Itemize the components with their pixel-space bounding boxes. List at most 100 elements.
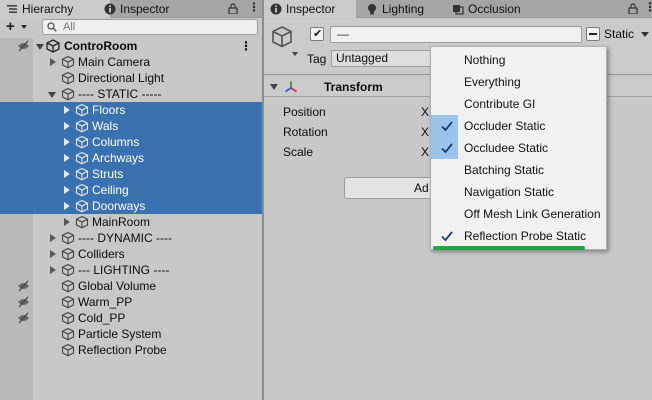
component-title: Transform	[324, 80, 383, 94]
list-item[interactable]: Cold_PP	[0, 310, 262, 326]
list-item-selected[interactable]: Struts	[0, 166, 262, 182]
checkmark-icon	[441, 231, 453, 242]
fold-arrow-icon[interactable]	[64, 170, 70, 178]
fold-arrow-icon[interactable]	[64, 138, 70, 146]
object-name-field[interactable]: —	[330, 26, 582, 43]
gameobject-cube-icon	[272, 26, 292, 48]
list-item[interactable]: --- LIGHTING ----	[0, 262, 262, 278]
menu-item-nothing[interactable]: Nothing	[431, 49, 606, 71]
list-item[interactable]: Reflection Probe	[0, 342, 262, 358]
lock-icon[interactable]	[228, 3, 238, 14]
search-icon	[47, 22, 57, 32]
tag-dropdown[interactable]: Untagged	[331, 50, 441, 67]
list-item[interactable]: ---- STATIC -----	[0, 86, 262, 102]
tab-lighting-label: Lighting	[382, 2, 425, 16]
menu-item-navigation-static[interactable]: Navigation Static	[431, 181, 606, 203]
inspector-tabbar: Inspector Lighting Occlusion ⋮	[264, 0, 652, 18]
scale-x-label[interactable]: X	[421, 145, 429, 159]
lock-icon[interactable]	[628, 3, 638, 14]
static-dropdown-arrow-icon[interactable]	[641, 32, 649, 37]
fold-arrow-icon[interactable]	[36, 44, 44, 50]
menu-item-label: Reflection Probe Static	[464, 229, 587, 243]
list-item[interactable]: Warm_PP	[0, 294, 262, 310]
gameobject-cube-icon	[61, 87, 75, 101]
list-item[interactable]: Global Volume	[0, 278, 262, 294]
transform-axes-icon	[285, 81, 297, 93]
list-item[interactable]: MainRoom	[0, 214, 262, 230]
item-label: Floors	[92, 103, 126, 117]
scene-menu-icon[interactable]: ⋮	[240, 38, 252, 54]
menu-item-batching-static[interactable]: Batching Static	[431, 159, 606, 181]
fold-arrow-icon[interactable]	[64, 106, 70, 114]
position-x-label[interactable]: X	[421, 105, 429, 119]
rotation-label: Rotation	[283, 125, 328, 139]
item-label: Main Camera	[78, 55, 151, 69]
hidden-eye-icon[interactable]	[17, 296, 30, 308]
hidden-eye-icon[interactable]	[17, 312, 30, 324]
fold-arrow-icon[interactable]	[64, 154, 70, 162]
create-button[interactable]: +	[6, 18, 32, 36]
list-item-selected[interactable]: Floors	[0, 102, 262, 118]
list-item[interactable]: Colliders	[0, 246, 262, 262]
fold-arrow-icon[interactable]	[270, 84, 278, 90]
list-item-selected[interactable]: Ceiling	[0, 182, 262, 198]
list-item-selected[interactable]: Archways	[0, 150, 262, 166]
list-item-selected[interactable]: Wals	[0, 118, 262, 134]
add-component-label: Ad	[414, 181, 429, 195]
tab-lighting[interactable]: Lighting	[360, 0, 446, 18]
menu-item-reflection-probe-static[interactable]: Reflection Probe Static	[431, 225, 606, 247]
active-checkbox[interactable]: ✔	[310, 27, 324, 41]
gameobject-cube-icon	[61, 55, 75, 69]
list-item[interactable]: Particle System	[0, 326, 262, 342]
item-label: Reflection Probe	[78, 343, 167, 357]
menu-item-occludee-static[interactable]: Occludee Static	[431, 137, 606, 159]
menu-item-off-mesh-link-generation[interactable]: Off Mesh Link Generation	[431, 203, 606, 225]
menu-item-contribute-gi[interactable]: Contribute GI	[431, 93, 606, 115]
gameobject-cube-icon	[61, 71, 75, 85]
gameobject-cube-icon	[75, 135, 89, 149]
fold-arrow-icon[interactable]	[48, 92, 56, 98]
gameobject-cube-icon	[61, 295, 75, 309]
tab-inspector-left-label: Inspector	[120, 2, 170, 16]
gameobject-cube-icon	[75, 119, 89, 133]
tab-inspector[interactable]: Inspector	[264, 0, 356, 18]
fold-arrow-icon[interactable]	[50, 250, 56, 258]
menu-item-occluder-static[interactable]: Occluder Static	[431, 115, 606, 137]
object-name-value: —	[337, 27, 349, 41]
tab-occlusion[interactable]: Occlusion	[446, 0, 546, 18]
object-icon-button[interactable]	[270, 25, 298, 56]
fold-arrow-icon[interactable]	[64, 202, 70, 210]
item-label: Wals	[92, 119, 119, 133]
fold-arrow-icon[interactable]	[64, 186, 70, 194]
fold-arrow-icon[interactable]	[50, 266, 56, 274]
item-label: ---- STATIC -----	[78, 87, 162, 101]
menu-item-everything[interactable]: Everything	[431, 71, 606, 93]
list-item[interactable]: ---- DYNAMIC ----	[0, 230, 262, 246]
scene-row[interactable]: ControRoom ⋮	[0, 38, 262, 54]
list-item[interactable]: Directional Light	[0, 70, 262, 86]
hidden-eye-icon[interactable]	[17, 280, 30, 292]
list-item-selected[interactable]: Doorways	[0, 198, 262, 214]
list-item-selected[interactable]: Columns	[0, 134, 262, 150]
item-label: --- LIGHTING ----	[78, 263, 170, 277]
hidden-eye-icon[interactable]	[17, 40, 30, 52]
fold-arrow-icon[interactable]	[50, 234, 56, 242]
item-label: MainRoom	[92, 215, 151, 229]
fold-arrow-icon[interactable]	[64, 122, 70, 130]
tab-inspector-left[interactable]: Inspector	[98, 0, 208, 18]
add-component-button[interactable]: Ad	[344, 177, 444, 199]
more-menu-icon[interactable]: ⋮	[644, 0, 652, 14]
item-label: Global Volume	[78, 279, 157, 293]
more-menu-icon[interactable]: ⋮	[248, 0, 260, 14]
tab-hierarchy[interactable]: Hierarchy	[0, 0, 110, 18]
static-checkbox[interactable]	[586, 27, 600, 41]
dropdown-arrow-icon	[292, 52, 298, 56]
fold-arrow-icon[interactable]	[64, 218, 70, 226]
rotation-x-label[interactable]: X	[421, 125, 429, 139]
search-input[interactable]: All	[42, 19, 258, 35]
menu-item-label: Off Mesh Link Generation	[464, 207, 601, 221]
fold-arrow-icon[interactable]	[50, 58, 56, 66]
list-item[interactable]: Main Camera	[0, 54, 262, 70]
item-label: Doorways	[92, 199, 146, 213]
occlusion-icon	[453, 5, 464, 15]
